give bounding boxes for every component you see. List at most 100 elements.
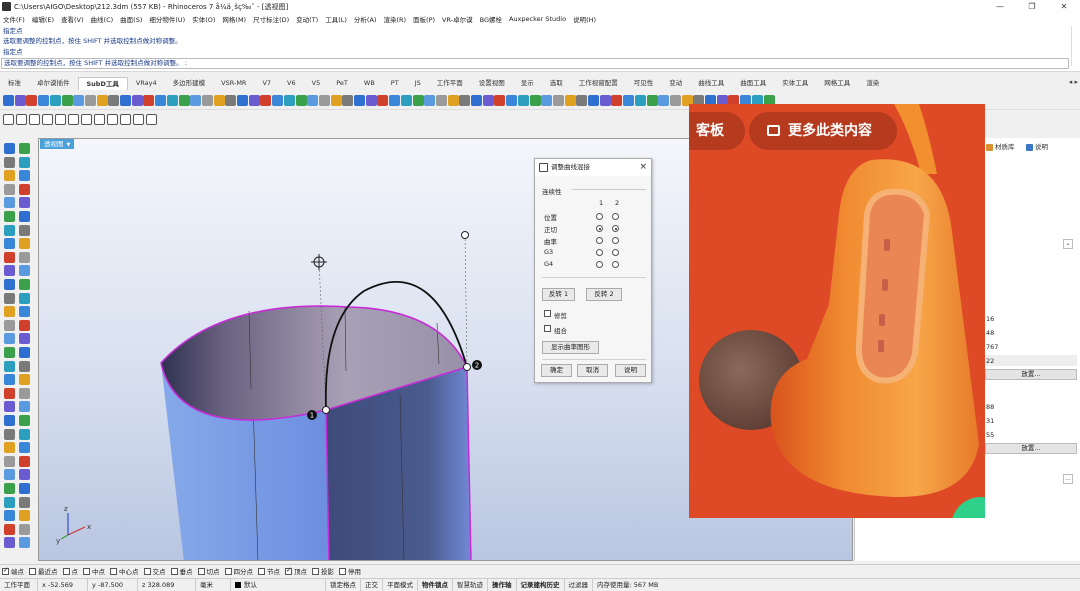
osnap-option[interactable]: 投影 <box>312 566 334 576</box>
tab-select[interactable]: 选取 <box>542 77 571 90</box>
minimize-button[interactable]: — <box>984 0 1016 13</box>
left-tool-icon[interactable] <box>19 455 30 467</box>
osnap-checkbox[interactable] <box>29 567 36 575</box>
left-tool-icon[interactable] <box>4 156 15 168</box>
left-tool-icon[interactable] <box>4 483 15 494</box>
current-layer[interactable]: 默认 <box>231 578 326 591</box>
left-tool-icon[interactable] <box>4 347 15 358</box>
continuity-radio-1[interactable] <box>596 225 603 232</box>
toolbar-tool-icon[interactable] <box>471 95 482 106</box>
left-tool-icon[interactable] <box>19 510 30 522</box>
left-tool-icon[interactable] <box>4 279 15 290</box>
left-tool-icon[interactable] <box>4 319 15 331</box>
panel-tab-material-library[interactable]: 材质库 <box>986 143 1015 152</box>
left-tool-icon[interactable] <box>19 143 30 154</box>
left-tool-icon[interactable] <box>19 374 30 386</box>
left-tool-icon[interactable] <box>4 197 15 209</box>
menu-edit[interactable]: 编辑(E) <box>32 14 54 24</box>
left-tool-icon[interactable] <box>19 415 30 426</box>
left-tool-icon[interactable] <box>19 211 30 222</box>
dialog-close-button[interactable]: × <box>639 159 647 176</box>
menu-view[interactable]: 查看(V) <box>61 14 84 24</box>
toolbar-tool-icon[interactable] <box>143 95 155 106</box>
left-tool-icon[interactable] <box>19 537 30 549</box>
toolbar-tool-icon[interactable] <box>68 114 79 125</box>
continuity-radio-2[interactable] <box>612 213 619 220</box>
cplane-indicator[interactable]: 工作平面 <box>0 578 38 591</box>
left-tool-icon[interactable] <box>19 523 30 535</box>
left-tool-icon[interactable] <box>19 279 30 290</box>
left-tool-icon[interactable] <box>4 387 15 399</box>
left-tool-icon[interactable] <box>19 224 30 236</box>
left-tool-icon[interactable] <box>19 469 30 481</box>
toolbar-tool-icon[interactable] <box>237 95 248 106</box>
maximize-button[interactable]: ❐ <box>1016 0 1048 13</box>
osnap-checkbox[interactable] <box>62 567 70 575</box>
left-tool-icon[interactable] <box>4 537 15 549</box>
panel-tab-help[interactable]: 说明 <box>1026 143 1048 152</box>
tab-mesh-tools[interactable]: 网格工具 <box>816 77 858 90</box>
left-tool-icon[interactable] <box>19 333 30 345</box>
toolbar-tool-icon[interactable] <box>213 95 225 106</box>
panel-dropdown-icon[interactable]: ⌄ <box>1063 239 1073 249</box>
menu-bg[interactable]: BG螺栓 <box>480 14 502 24</box>
planar-toggle[interactable]: 平面模式 <box>383 578 418 591</box>
toolbar-tool-icon[interactable] <box>120 114 131 125</box>
toolbar-tool-icon[interactable] <box>283 95 295 106</box>
toolbar-tool-icon[interactable] <box>178 95 190 106</box>
menu-file[interactable]: 文件(F) <box>3 14 25 24</box>
osnap-option[interactable]: 最近点 <box>29 566 58 576</box>
toolbar-tool-icon[interactable] <box>517 95 529 106</box>
osnap-option[interactable]: 中点 <box>83 566 105 576</box>
menu-solid[interactable]: 实体(O) <box>192 14 215 24</box>
left-tool-icon[interactable] <box>19 401 30 413</box>
end-point-1[interactable] <box>322 406 330 414</box>
tab-vsr-mr[interactable]: VSR-MR <box>213 77 254 90</box>
toolbar-tool-icon[interactable] <box>84 95 96 106</box>
osnap-option[interactable]: 停用 <box>339 566 361 576</box>
menu-render[interactable]: 渲染(R) <box>383 14 406 24</box>
toolbar-tool-icon[interactable] <box>564 95 576 106</box>
left-tool-icon[interactable] <box>4 360 15 372</box>
toolbar-tool-icon[interactable] <box>49 95 61 106</box>
toolbar-tool-icon[interactable] <box>14 95 26 106</box>
place-button[interactable]: 放置... <box>985 369 1077 380</box>
left-tool-icon[interactable] <box>19 360 30 372</box>
toolbar-tool-icon[interactable] <box>365 95 377 106</box>
ortho-toggle[interactable]: 正交 <box>361 578 383 591</box>
filter-toggle[interactable]: 过滤器 <box>565 578 593 591</box>
tab-cplanes[interactable]: 工作平面 <box>429 77 471 90</box>
left-tool-icon[interactable] <box>4 292 15 304</box>
toolbar-tool-icon[interactable] <box>658 95 670 106</box>
left-tool-icon[interactable] <box>19 483 30 494</box>
left-tool-icon[interactable] <box>19 251 30 263</box>
toolbar-tool-icon[interactable] <box>29 114 40 125</box>
toolbar-tool-icon[interactable] <box>133 114 144 125</box>
osnap-option[interactable]: 交点 <box>143 566 166 576</box>
left-tool-icon[interactable] <box>4 510 15 522</box>
tab-solid-tools[interactable]: 实体工具 <box>774 77 816 90</box>
smarttrack-toggle[interactable]: 智慧轨迹 <box>453 578 488 591</box>
left-tool-icon[interactable] <box>4 415 15 426</box>
menu-dimension[interactable]: 尺寸标注(D) <box>253 14 289 24</box>
left-tool-icon[interactable] <box>4 238 15 250</box>
toolbar-tool-icon[interactable] <box>318 95 330 106</box>
toolbar-tool-icon[interactable] <box>482 95 494 106</box>
left-tool-icon[interactable] <box>19 428 30 440</box>
tab-vray4[interactable]: VRay4 <box>128 77 165 90</box>
tab-surface-tools[interactable]: 曲面工具 <box>732 77 774 90</box>
toolbar-tool-icon[interactable] <box>61 95 73 106</box>
toolbar-tool-icon[interactable] <box>506 95 518 106</box>
toolbar-tool-icon[interactable] <box>81 114 92 125</box>
toolbar-tool-icon[interactable] <box>190 95 202 106</box>
menu-subd[interactable]: 细分物件(U) <box>149 14 185 24</box>
osnap-checkbox[interactable] <box>170 567 178 575</box>
tab-zoe[interactable]: 卓尔谟插件 <box>29 77 78 90</box>
osnap-option[interactable]: 切点 <box>197 566 220 576</box>
left-tool-icon[interactable] <box>4 523 15 535</box>
left-tool-icon[interactable] <box>4 455 15 467</box>
toolbar-tool-icon[interactable] <box>155 95 167 106</box>
toolbar-tool-icon[interactable] <box>94 114 105 125</box>
toolbar-tool-icon[interactable] <box>389 95 401 106</box>
close-button[interactable]: ✕ <box>1048 0 1080 13</box>
